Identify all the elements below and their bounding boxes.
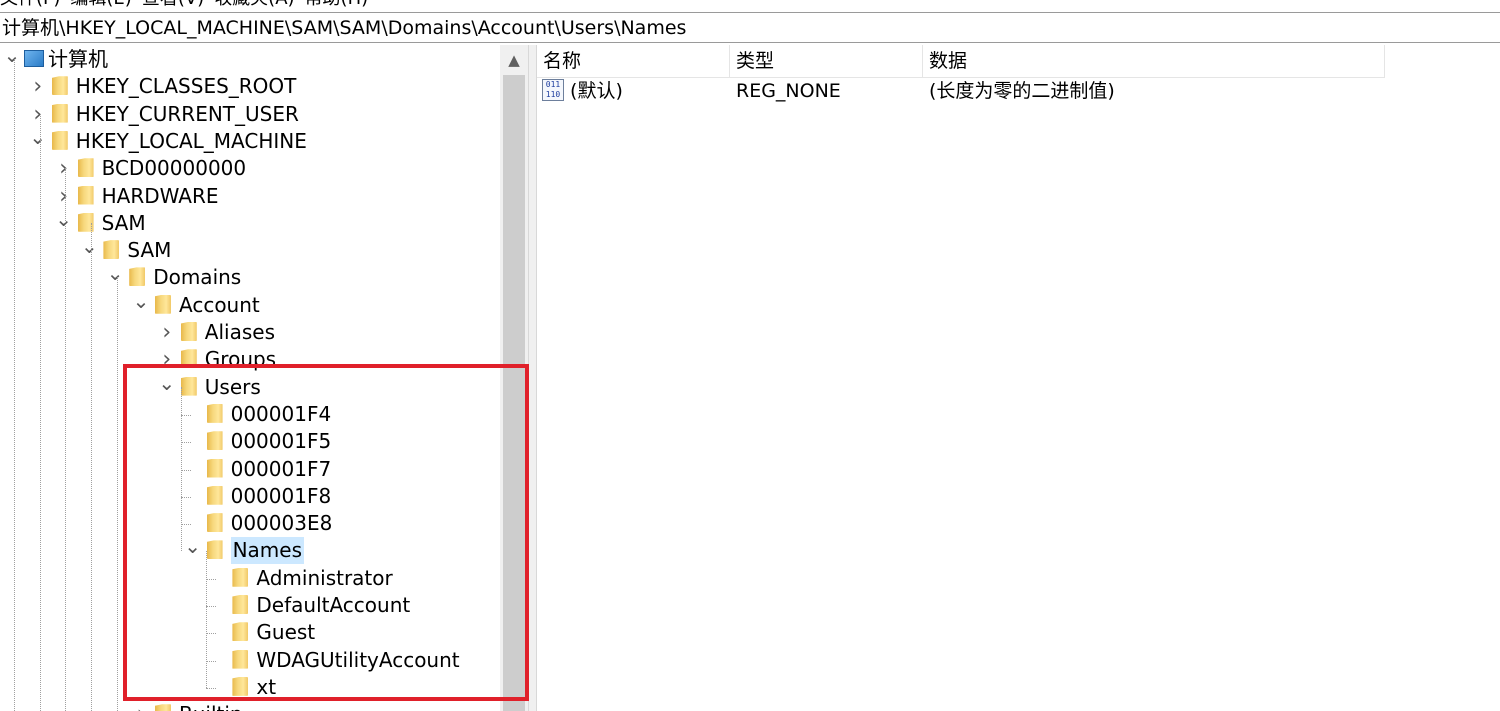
scroll-up-icon[interactable]: ▲ (500, 45, 528, 73)
menu-item[interactable]: 收藏夹(A) (214, 0, 294, 9)
menu-item[interactable]: 帮助(H) (305, 0, 369, 9)
tree-node[interactable]: ⌄ HKEY_LOCAL_MACHINE (28, 127, 307, 155)
menu-bar: 文件(F) 编辑(E) 查看(V) 收藏夹(A) 帮助(H) (0, 0, 1500, 10)
chevron-right-icon[interactable]: › (28, 73, 48, 100)
tree-node-label: Domains (153, 265, 242, 290)
chevron-down-icon[interactable]: ⌄ (28, 127, 48, 147)
menu-item[interactable]: 编辑(E) (70, 0, 131, 9)
binary-value-icon: 011 110 (542, 78, 564, 101)
folder-icon (51, 103, 68, 123)
column-data-header[interactable]: 数据 (923, 45, 1385, 77)
chevron-down-icon[interactable]: ⌄ (105, 263, 125, 283)
chevron-right-icon[interactable]: › (54, 183, 74, 210)
tree-node[interactable]: › Builtin (131, 701, 243, 711)
address-bar[interactable]: 计算机\HKEY_LOCAL_MACHINE\SAM\SAM\Domains\A… (0, 12, 1500, 43)
folder-icon (155, 294, 171, 314)
column-name-header[interactable]: 名称 (537, 45, 730, 77)
chevron-right-icon[interactable]: › (54, 155, 74, 182)
folder-icon (51, 76, 68, 96)
folder-icon (77, 185, 94, 205)
chevron-down-icon[interactable]: ⌄ (2, 45, 22, 65)
tree-node-label: 计算机 (48, 47, 108, 71)
tree-connector (13, 59, 15, 711)
chevron-right-icon[interactable]: › (157, 319, 177, 346)
chevron-right-icon[interactable]: › (28, 101, 48, 128)
tree-node-label: Account (179, 292, 260, 317)
value-row[interactable]: 011 110 (默认) REG_NONE (长度为零的二进制值) (537, 77, 1437, 105)
highlight-annotation-box (123, 364, 529, 701)
chevron-down-icon[interactable]: ⌄ (54, 209, 74, 229)
tree-node-label: Builtin (179, 701, 243, 711)
tree-node[interactable]: ⌄ Account (131, 291, 260, 319)
tree-node[interactable]: ⌄ SAM (54, 209, 146, 237)
folder-icon (51, 130, 68, 150)
value-list: 名称 类型 数据 011 110 (默认) REG_NONE (长度为零的二进制… (537, 45, 1500, 711)
folder-icon (103, 240, 120, 260)
menu-item[interactable]: 文件(F) (0, 0, 60, 9)
tree-node-label: HKEY_CURRENT_USER (75, 101, 299, 126)
tree-node[interactable]: ⌄ Domains (105, 263, 242, 291)
folder-icon (180, 322, 197, 341)
value-type: REG_NONE (736, 80, 841, 102)
tree-connector (117, 277, 118, 711)
list-header: 名称 类型 数据 (537, 45, 1385, 78)
tree-node-label: HARDWARE (101, 183, 219, 208)
binary-value-icon-text: 011 110 (545, 79, 561, 99)
tree-connector (39, 113, 41, 711)
tree-node-label: BCD00000000 (101, 156, 247, 181)
pane-splitter[interactable] (528, 45, 537, 711)
tree-node[interactable]: › Aliases (157, 319, 275, 346)
tree-connector (91, 222, 93, 711)
tree-node[interactable]: › HKEY_CLASSES_ROOT (28, 73, 297, 100)
folder-icon (129, 267, 146, 287)
menu-item[interactable]: 查看(V) (142, 0, 204, 9)
tree-node-label: SAM (127, 238, 172, 263)
column-type-header[interactable]: 类型 (730, 45, 923, 77)
tree-node[interactable]: › HARDWARE (54, 183, 219, 210)
tree-node-label: SAM (101, 210, 146, 235)
tree-node[interactable]: › HKEY_CURRENT_USER (28, 101, 299, 128)
tree-node[interactable]: › BCD00000000 (54, 155, 247, 182)
chevron-down-icon[interactable]: ⌄ (79, 236, 99, 256)
tree-node-label: Aliases (204, 320, 275, 344)
chevron-down-icon[interactable]: ⌄ (131, 291, 151, 311)
chevron-right-icon[interactable]: › (131, 701, 151, 711)
tree-node-label: HKEY_CLASSES_ROOT (75, 74, 297, 99)
computer-icon (24, 50, 44, 67)
address-path[interactable]: 计算机\HKEY_LOCAL_MACHINE\SAM\SAM\Domains\A… (2, 17, 686, 39)
tree-node-label: HKEY_LOCAL_MACHINE (75, 128, 307, 153)
value-data: (长度为零的二进制值) (929, 80, 1115, 102)
tree-connector (65, 168, 67, 711)
tree-node[interactable]: ⌄ 计算机 (2, 45, 108, 73)
tree-node[interactable]: ⌄ SAM (79, 236, 172, 264)
folder-icon (77, 158, 94, 178)
folder-icon (155, 704, 171, 711)
value-name: (默认) (570, 80, 623, 102)
